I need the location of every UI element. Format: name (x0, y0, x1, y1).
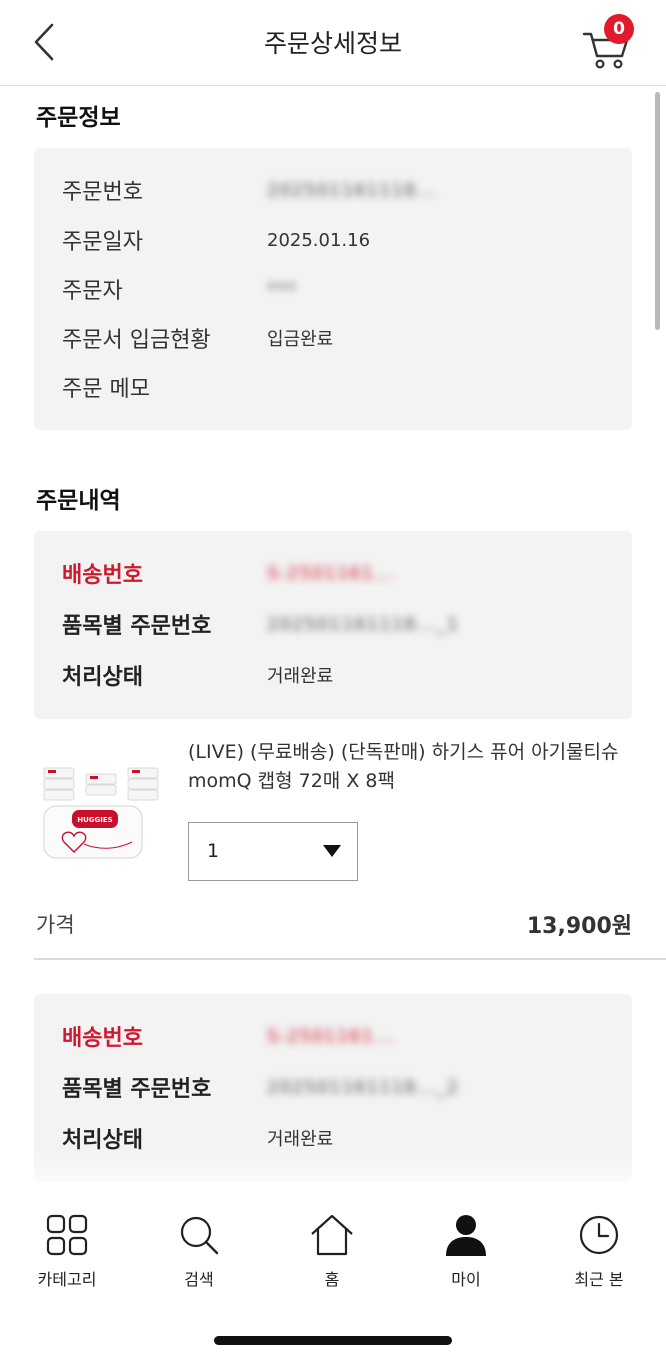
item-order-number-value: 202501161118..._1 (267, 613, 460, 635)
order-info-title: 주문정보 (36, 105, 121, 131)
cart-button[interactable]: 0 (580, 14, 640, 72)
shipment-number-value: S-2501161... (267, 1025, 395, 1047)
shipment-number-label: 배송번호 (62, 1026, 143, 1051)
order-number-label: 주문번호 (62, 180, 143, 205)
home-icon (311, 1214, 353, 1256)
divider (34, 958, 666, 960)
tab-home-label: 홈 (324, 1270, 340, 1289)
scroll-fade (0, 1148, 666, 1200)
process-status-label: 처리상태 (62, 665, 143, 690)
home-indicator (214, 1336, 452, 1345)
product-image[interactable]: HUGGIES (36, 758, 168, 866)
orderer-label: 주문자 (62, 279, 123, 304)
product-title[interactable]: (LIVE) (무료배송) (단독판매) 하기스 퓨어 아기물티슈 momQ 캡… (188, 738, 638, 796)
tab-category-label: 카테고리 (37, 1270, 97, 1289)
order-memo-label: 주문 메모 (62, 377, 150, 402)
order-date-value: 2025.01.16 (267, 229, 371, 251)
header: 주문상세정보 0 (0, 0, 666, 86)
order-date-label: 주문일자 (62, 230, 143, 255)
tab-recent-label: 최근 본 (574, 1270, 624, 1289)
orderer-value: *** (267, 278, 297, 300)
tab-recent[interactable]: 최근 본 (544, 1214, 654, 1294)
cart-count-badge: 0 (604, 14, 634, 44)
order-number-row: 주문번호 202501161118... (62, 170, 612, 210)
shipment-number-label: 배송번호 (62, 563, 143, 588)
shipment-number-row: 배송번호 S-2501161... (62, 1016, 612, 1056)
item-order-number-row: 품목별 주문번호 202501161118..._1 (62, 604, 612, 644)
payment-status-row: 주문서 입금현황 입금완료 (62, 318, 612, 358)
price-label: 가격 (36, 913, 75, 937)
price-row: 가격 13,900원 (36, 905, 632, 945)
quantity-value: 1 (207, 840, 220, 862)
shipment-number-value: S-2501161... (267, 562, 395, 584)
clock-icon (579, 1215, 619, 1255)
order-info-box: 주문번호 202501161118... 주문일자 2025.01.16 주문자… (34, 148, 632, 430)
item-order-number-value: 202501161118..._2 (267, 1076, 460, 1098)
item-order-number-label: 품목별 주문번호 (62, 614, 212, 639)
search-icon (180, 1216, 219, 1255)
shipment-number-row: 배송번호 S-2501161... (62, 553, 612, 593)
order-date-row: 주문일자 2025.01.16 (62, 220, 612, 260)
process-status-value: 거래완료 (267, 666, 334, 687)
bottom-tab-bar: 카테고리 검색 홈 마이 최근 본 (0, 1198, 666, 1359)
item-order-number-label: 품목별 주문번호 (62, 1077, 212, 1102)
page-title: 주문상세정보 (263, 29, 402, 58)
price-value: 13,900원 (526, 914, 632, 939)
item-order-number-row: 품목별 주문번호 202501161118..._2 (62, 1067, 612, 1107)
person-icon (446, 1215, 486, 1256)
process-status-row: 처리상태 거래완료 (62, 655, 612, 695)
tab-my-label: 마이 (451, 1270, 481, 1289)
tab-search-label: 검색 (184, 1270, 214, 1289)
tab-home[interactable]: 홈 (277, 1214, 387, 1294)
tab-search[interactable]: 검색 (144, 1214, 254, 1294)
order-history-title: 주문내역 (36, 488, 121, 514)
shipment-box-1: 배송번호 S-2501161... 품목별 주문번호 202501161118.… (34, 531, 632, 719)
tab-my[interactable]: 마이 (411, 1214, 521, 1294)
grid-icon (46, 1214, 88, 1256)
product-item: HUGGIES (LIVE) (무료배송) (단독판매) 하기스 퓨어 아기물티… (0, 728, 666, 898)
scrollbar[interactable] (655, 92, 660, 330)
payment-status-label: 주문서 입금현황 (62, 328, 211, 353)
caret-down-icon (323, 845, 341, 857)
quantity-select[interactable]: 1 (188, 822, 358, 881)
order-number-value: 202501161118... (267, 179, 437, 201)
product-brand-text: HUGGIES (77, 816, 112, 824)
payment-status-value: 입금완료 (267, 329, 334, 350)
tab-category[interactable]: 카테고리 (12, 1214, 122, 1294)
order-memo-row: 주문 메모 (62, 367, 612, 407)
orderer-row: 주문자 *** (62, 269, 612, 309)
